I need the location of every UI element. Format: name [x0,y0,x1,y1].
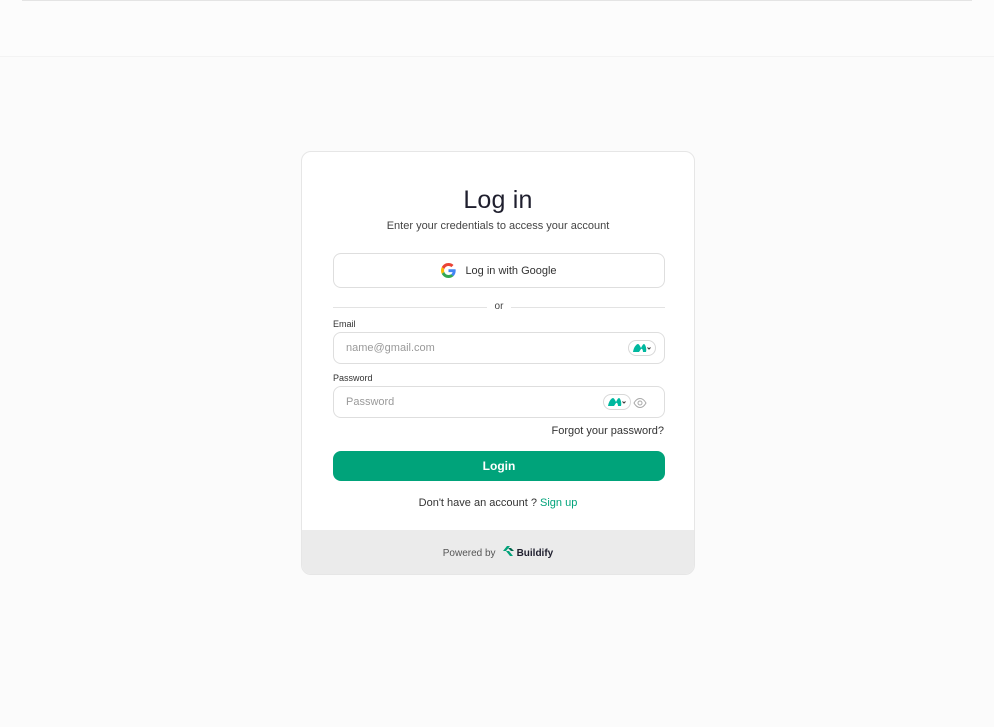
login-button[interactable]: Login [333,451,665,481]
footer: Powered by Buildify [302,530,694,574]
eye-icon[interactable] [633,396,647,410]
signup-row: Don't have an account ? Sign up [302,497,694,509]
password-field-box [333,386,665,418]
password-field[interactable] [346,387,596,417]
google-icon [441,263,457,278]
google-login-button[interactable]: Log in with Google [333,253,665,288]
password-label: Password [333,373,373,383]
no-account-text: Don't have an account ? [418,497,537,509]
buildify-logo-icon [502,544,515,562]
powered-by-text: Powered by [442,547,496,559]
password-manager-extension-icon[interactable] [603,394,631,410]
forgot-password-link[interactable]: Forgot your password? [552,425,665,437]
top-bar [0,0,994,57]
email-field-box [333,332,665,364]
page-title: Log in [463,186,533,214]
signup-link[interactable]: Sign up [540,497,577,509]
page-subtitle: Enter your credentials to access your ac… [386,220,610,232]
brand-name: Buildify [516,547,554,559]
login-card: Log in Enter your credentials to access … [301,151,695,575]
password-manager-extension-icon[interactable] [628,340,656,356]
divider-line-right [511,307,665,308]
google-login-label: Log in with Google [465,264,557,277]
or-divider: or [333,301,665,315]
brand[interactable]: Buildify [502,544,554,562]
email-field[interactable] [346,333,596,363]
email-label: Email [333,319,356,329]
top-divider [22,0,972,1]
